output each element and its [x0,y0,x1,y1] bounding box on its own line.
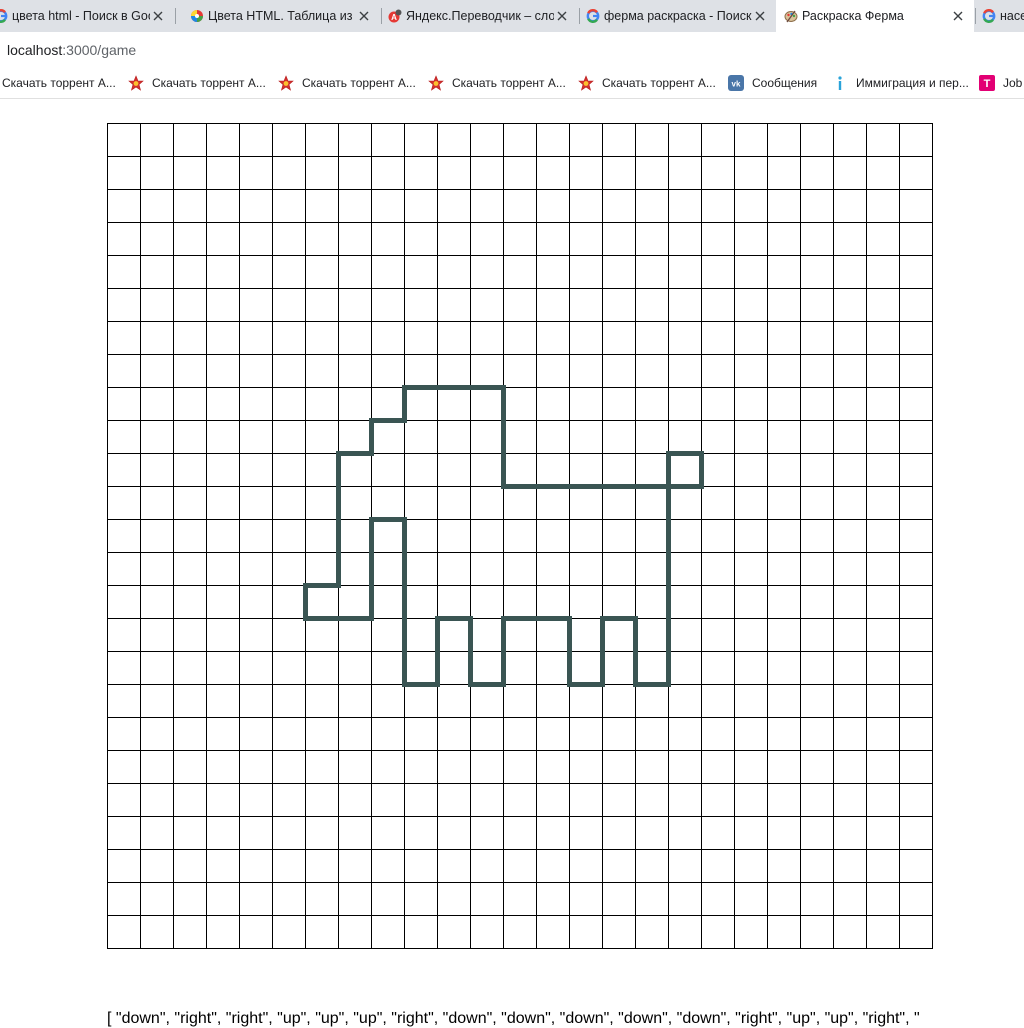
bookmark-item[interactable]: Скачать торрент А... [578,68,716,98]
browser-tab[interactable]: насе [974,0,1024,32]
close-icon[interactable] [752,8,768,24]
tab-title: ферма раскраска - Поиск в Google [604,9,752,23]
address-url[interactable]: localhost:3000/game [7,42,136,58]
bookmark-label: Скачать торрент А... [302,76,416,90]
bookmark-label: Скачать торрент А... [602,76,716,90]
google-icon [982,9,996,23]
svg-text:T: T [984,78,991,90]
url-path: :3000/game [62,42,137,58]
bookmark-item[interactable]: Скачать торрент А... [128,68,266,98]
browser-tab[interactable]: Раскраска Ферма [776,0,974,32]
tab-separator [175,8,176,24]
bookmark-item[interactable]: Иммиграция и пер... [832,68,969,98]
commands-output: [ "down", "right", "right", "up", "up", … [107,1010,920,1027]
google-icon [586,9,600,23]
yandex-translate-icon: A [388,9,402,23]
bookmark-label: Скачать торрент А... [2,76,116,90]
torrent-icon [128,75,144,91]
close-icon[interactable] [554,8,570,24]
info-icon [832,75,848,91]
game-board[interactable] [107,123,933,949]
tab-title: Яндекс.Переводчик – словарь [406,9,554,23]
bookmark-item[interactable]: Скачать торрент А... [2,68,116,98]
bookmarks-bar: Скачать торрент А... Скачать торрент А...… [0,68,1024,99]
tab-title: насе [1000,9,1024,23]
browser-tab[interactable]: Цвета HTML. Таблица из 140 цветов [182,0,380,32]
bookmark-item[interactable]: Скачать торрент А... [428,68,566,98]
bookmark-label: Скачать торрент А... [452,76,566,90]
browser-tab[interactable]: цвета html - Поиск в Google [0,0,174,32]
torrent-icon [578,75,594,91]
google-icon [0,9,8,23]
bookmark-item[interactable]: Скачать торрент А... [278,68,416,98]
close-icon[interactable] [356,8,372,24]
bookmark-label: Иммиграция и пер... [856,76,969,90]
vk-icon: vk [728,75,744,91]
close-icon[interactable] [150,8,166,24]
bookmark-label: Сообщения [752,76,818,90]
colorwheel-icon [190,9,204,23]
torrent-icon [428,75,444,91]
grid-lines [107,123,933,949]
bookmark-label: Скачать торрент А... [152,76,266,90]
tab-title: Раскраска Ферма [802,9,904,23]
tab-strip: цвета html - Поиск в Google Цвета HTML. Т… [0,0,1024,32]
close-icon[interactable] [950,8,966,24]
url-host: localhost [7,42,63,58]
palette-icon [784,9,798,23]
svg-text:vk: vk [732,80,741,89]
bookmark-item[interactable]: T Job [979,68,1022,98]
tmobile-icon: T [979,75,995,91]
torrent-icon [278,75,294,91]
bookmark-item[interactable]: vk Сообщения [728,68,817,98]
browser-tab[interactable]: A Яндекс.Переводчик – словарь [380,0,578,32]
address-bar[interactable]: localhost:3000/game [0,32,1024,68]
tab-title: Цвета HTML. Таблица из 140 цветов [208,9,356,23]
bookmark-label: Job [1003,76,1023,90]
tab-title: цвета html - Поиск в Google [12,9,150,23]
browser-tab[interactable]: ферма раскраска - Поиск в Google [578,0,776,32]
